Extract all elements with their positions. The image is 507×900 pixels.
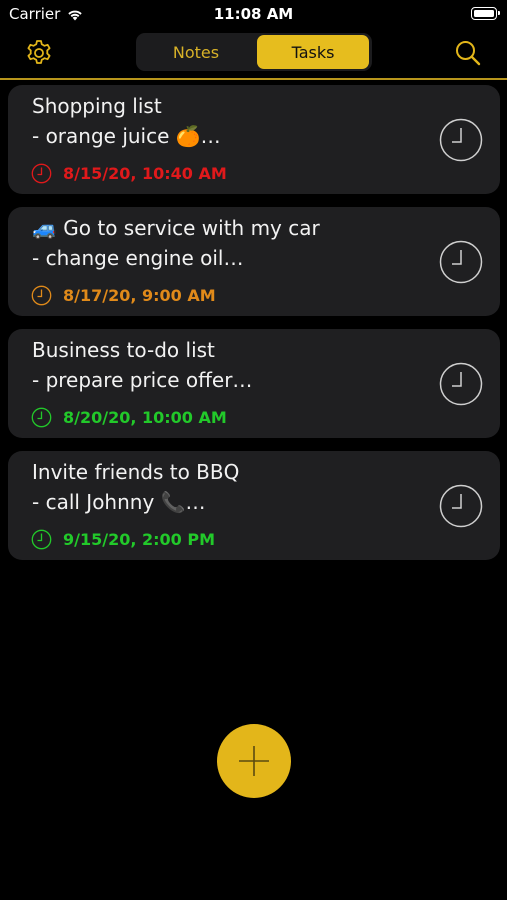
battery-icon xyxy=(471,7,500,20)
search-icon xyxy=(456,41,481,66)
task-date: 8/20/20, 10:00 AM xyxy=(63,408,227,427)
plus-icon xyxy=(239,746,269,776)
task-date-row: 8/20/20, 10:00 AM xyxy=(31,407,227,428)
tab-tasks[interactable]: Tasks xyxy=(257,35,369,69)
clock-icon xyxy=(31,163,52,184)
notes-tasks-segmented-control: Notes Tasks xyxy=(136,33,372,71)
clock-icon xyxy=(439,240,483,284)
task-card[interactable]: Shopping list - orange juice 🍊… 8/15/20,… xyxy=(8,85,500,194)
task-date-row: 8/15/20, 10:40 AM xyxy=(31,163,227,184)
task-card[interactable]: 🚙 Go to service with my car - change eng… xyxy=(8,207,500,316)
status-bar: Carrier 11:08 AM xyxy=(0,0,507,28)
search-button[interactable] xyxy=(451,36,485,70)
clock-icon xyxy=(439,484,483,528)
task-date: 9/15/20, 2:00 PM xyxy=(63,530,216,549)
task-date: 8/15/20, 10:40 AM xyxy=(63,164,227,183)
tab-notes[interactable]: Notes xyxy=(140,35,252,69)
task-subtitle: - prepare price offer… xyxy=(32,368,253,392)
task-subtitle: - call Johnny 📞… xyxy=(32,490,206,514)
task-title: 🚙 Go to service with my car xyxy=(32,216,320,240)
status-time: 11:08 AM xyxy=(213,5,294,23)
clock-icon xyxy=(31,407,52,428)
task-date-row: 9/15/20, 2:00 PM xyxy=(31,529,215,550)
clock-icon xyxy=(31,285,52,306)
clock-icon xyxy=(31,529,52,550)
task-card[interactable]: Business to-do list - prepare price offe… xyxy=(8,329,500,438)
task-date: 8/17/20, 9:00 AM xyxy=(63,286,216,305)
reminder-button[interactable] xyxy=(439,484,483,528)
task-subtitle: - orange juice 🍊… xyxy=(32,124,221,148)
task-title: Invite friends to BBQ xyxy=(32,460,240,484)
reminder-button[interactable] xyxy=(439,118,483,162)
nav-bar: Notes Tasks xyxy=(0,28,507,80)
task-title: Shopping list xyxy=(32,94,162,118)
add-task-button[interactable] xyxy=(217,724,291,798)
task-subtitle: - change engine oil… xyxy=(32,246,244,270)
reminder-button[interactable] xyxy=(439,240,483,284)
clock-icon xyxy=(439,118,483,162)
reminder-button[interactable] xyxy=(439,362,483,406)
gear-icon xyxy=(27,40,51,64)
task-title: Business to-do list xyxy=(32,338,215,362)
clock-icon xyxy=(439,362,483,406)
settings-button[interactable] xyxy=(22,36,56,70)
task-date-row: 8/17/20, 9:00 AM xyxy=(31,285,216,306)
task-card[interactable]: Invite friends to BBQ - call Johnny 📞… 9… xyxy=(8,451,500,560)
